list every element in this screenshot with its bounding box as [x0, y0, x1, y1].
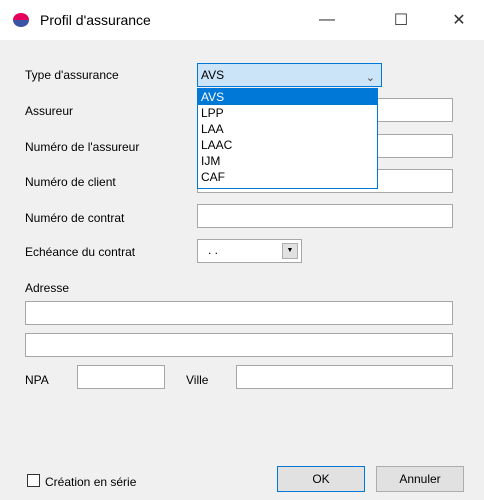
- address-line-1-input[interactable]: [25, 301, 453, 325]
- dropdown-option-laa[interactable]: LAA: [198, 121, 377, 137]
- dropdown-option-avs[interactable]: AVS: [198, 89, 377, 105]
- close-button[interactable]: ✕: [436, 0, 482, 40]
- contract-due-label: Echéance du contrat: [25, 245, 136, 259]
- serial-creation-checkbox[interactable]: [27, 474, 40, 487]
- contract-due-value: . .: [208, 243, 219, 257]
- dropdown-option-caf[interactable]: CAF: [198, 169, 377, 185]
- contract-due-date-picker[interactable]: . . ▼: [197, 239, 302, 263]
- dropdown-option-laac[interactable]: LAAC: [198, 137, 377, 153]
- npa-input[interactable]: [77, 365, 165, 389]
- title-bar: Profil d'assurance — ☐ ✕: [0, 0, 484, 40]
- close-icon: ✕: [452, 12, 466, 29]
- app-logo-icon: [13, 13, 29, 27]
- insurance-type-select[interactable]: AVS ⌄: [197, 63, 382, 87]
- maximize-icon: ☐: [393, 12, 409, 29]
- cancel-button[interactable]: Annuler: [376, 466, 464, 492]
- maximize-button[interactable]: ☐: [378, 0, 424, 40]
- client-number-label: Numéro de client: [25, 175, 116, 189]
- minimize-button[interactable]: —: [304, 0, 350, 40]
- city-label: Ville: [186, 373, 209, 387]
- contract-number-label: Numéro de contrat: [25, 211, 125, 225]
- insurance-profile-dialog: Profil d'assurance — ☐ ✕ Type d'assuranc…: [0, 0, 484, 500]
- dropdown-option-lpp[interactable]: LPP: [198, 105, 377, 121]
- city-input[interactable]: [236, 365, 453, 389]
- dropdown-option-ijm[interactable]: IJM: [198, 153, 377, 169]
- window-title: Profil d'assurance: [40, 12, 151, 28]
- ok-button[interactable]: OK: [277, 466, 365, 492]
- chevron-down-icon: ⌄: [365, 72, 375, 84]
- date-dropdown-button[interactable]: ▼: [282, 243, 298, 259]
- npa-label: NPA: [25, 373, 49, 387]
- address-label: Adresse: [25, 281, 70, 295]
- serial-creation-label: Création en série: [45, 475, 137, 489]
- insurance-type-dropdown[interactable]: AVS LPP LAA LAAC IJM CAF: [197, 88, 378, 189]
- insurance-type-label: Type d'assurance: [25, 68, 119, 82]
- insurer-number-label: Numéro de l'assureur: [25, 140, 140, 154]
- insurance-type-value: AVS: [201, 68, 225, 82]
- insurer-label: Assureur: [25, 104, 74, 118]
- minimize-icon: —: [319, 11, 335, 28]
- triangle-down-icon: ▼: [286, 247, 294, 254]
- contract-number-input[interactable]: [197, 204, 453, 228]
- address-line-2-input[interactable]: [25, 333, 453, 357]
